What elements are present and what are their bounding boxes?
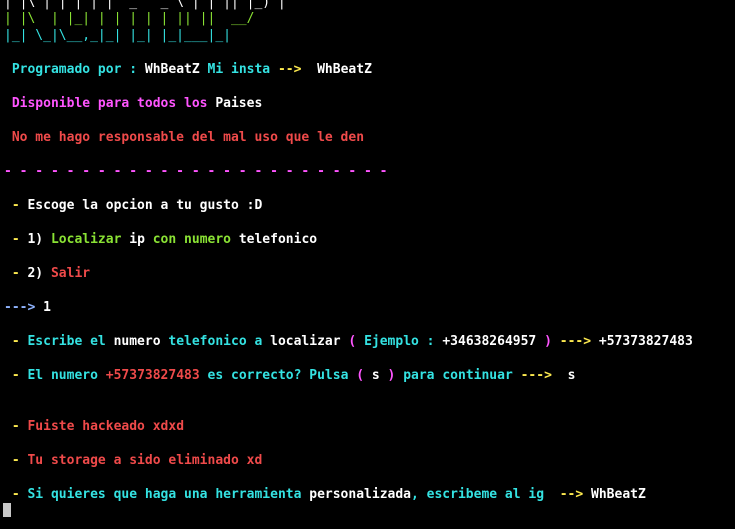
- terminal-line: - Tu storage a sido eliminado xd: [4, 452, 262, 469]
- terminal-text: | |\ | |_| | | | | | || || __/: [4, 11, 255, 26]
- terminal-text: , escribeme al ig: [411, 487, 560, 502]
- terminal-text: Mi insta: [207, 62, 278, 77]
- terminal-line: - Escribe el numero telefonico a localiz…: [4, 333, 693, 350]
- terminal-text: es correcto? Pulsa: [207, 368, 357, 383]
- terminal-text: (: [348, 334, 365, 349]
- terminal-text: WhBeatZ: [301, 62, 372, 77]
- terminal-text: personalizada: [309, 487, 411, 502]
- terminal-text: Disponible para todos los: [4, 96, 216, 111]
- terminal-text: telefonico a: [168, 334, 271, 349]
- terminal-text: ): [387, 368, 404, 383]
- terminal-line: - 1) Localizar ip con numero telefonico: [4, 231, 317, 248]
- terminal-line: - 2) Salir: [4, 265, 90, 282]
- terminal-line: - El numero +57373827483 es correcto? Pu…: [4, 367, 576, 384]
- terminal-text: ): [544, 334, 560, 349]
- terminal-line: - Escoge la opcion a tu gusto :D: [4, 197, 262, 214]
- terminal-text: Paises: [215, 96, 263, 111]
- terminal-text: -: [4, 453, 28, 468]
- terminal-text: +34638264957: [442, 334, 545, 349]
- terminal-text: -->: [277, 62, 302, 77]
- terminal-text: localizar: [270, 334, 349, 349]
- terminal-text: Localizar: [50, 232, 130, 247]
- terminal-text: ip: [129, 232, 153, 247]
- terminal-text: |_| \_|\__,_|_| |_| |_|___|_|: [4, 28, 231, 43]
- terminal-text: - - - - - - - - - - - - - - - - - - - - …: [4, 164, 388, 179]
- terminal-text: Escribe el: [27, 334, 114, 349]
- terminal-text: +57373827483: [598, 334, 693, 349]
- terminal-line: No me hago responsable del mal uso que l…: [4, 129, 364, 146]
- terminal-text: --->: [4, 300, 44, 315]
- terminal-text: --->: [559, 334, 599, 349]
- terminal-text: No me hago responsable del mal uso que l…: [4, 130, 365, 145]
- terminal-text: -: [4, 232, 28, 247]
- terminal-text: 1): [27, 232, 51, 247]
- terminal-text: (: [356, 368, 372, 383]
- terminal-line: ---> 1: [4, 299, 51, 316]
- ascii-banner-line: | |\ | |_| | | | | | || || __/: [4, 10, 254, 27]
- terminal-text: Si quieres que haga una herramienta: [27, 487, 310, 502]
- terminal-window[interactable]: | |\ | | | | | _ _ \ | | || |_) | | |\ | …: [0, 0, 735, 529]
- terminal-text: --->: [520, 368, 552, 383]
- terminal-text: Escoge la opcion a tu gusto :D: [27, 198, 263, 213]
- terminal-text: -: [4, 487, 28, 502]
- terminal-text: para continuar: [403, 368, 521, 383]
- terminal-line: Programado por : WhBeatZ Mi insta --> Wh…: [4, 61, 372, 78]
- ascii-banner-line: |_| \_|\__,_|_| |_| |_|___|_|: [4, 27, 231, 44]
- terminal-text: | |\ | | | | | _ _ \ | | || |_) |: [4, 0, 286, 10]
- terminal-text: -->: [559, 487, 584, 502]
- terminal-text: con numero: [152, 232, 239, 247]
- terminal-text: WhBeatZ: [583, 487, 646, 502]
- terminal-text: WhBeatZ: [144, 62, 208, 77]
- terminal-text: El numero: [27, 368, 106, 383]
- terminal-text: numero: [113, 334, 169, 349]
- terminal-text: Fuiste hackeado xdxd: [27, 419, 185, 434]
- terminal-text: 1: [43, 300, 51, 315]
- terminal-line: - Fuiste hackeado xdxd: [4, 418, 184, 435]
- text-cursor: [3, 503, 11, 517]
- terminal-text: telefonico: [238, 232, 318, 247]
- terminal-text: Tu storage a sido eliminado xd: [27, 453, 263, 468]
- terminal-text: -: [4, 419, 28, 434]
- terminal-line: Disponible para todos los Paises: [4, 95, 262, 112]
- terminal-text: +57373827483: [105, 368, 208, 383]
- terminal-text: -: [4, 334, 28, 349]
- terminal-text: -: [4, 198, 28, 213]
- terminal-text: -: [4, 266, 28, 281]
- terminal-line: - - - - - - - - - - - - - - - - - - - - …: [4, 163, 388, 180]
- terminal-line: - Si quieres que haga una herramienta pe…: [4, 486, 646, 503]
- terminal-text: 2): [27, 266, 51, 281]
- terminal-text: Programado por :: [4, 62, 145, 77]
- terminal-text: s: [551, 368, 576, 383]
- terminal-text: Ejemplo :: [364, 334, 443, 349]
- terminal-text: -: [4, 368, 28, 383]
- terminal-text: s: [371, 368, 388, 383]
- terminal-text: Salir: [50, 266, 91, 281]
